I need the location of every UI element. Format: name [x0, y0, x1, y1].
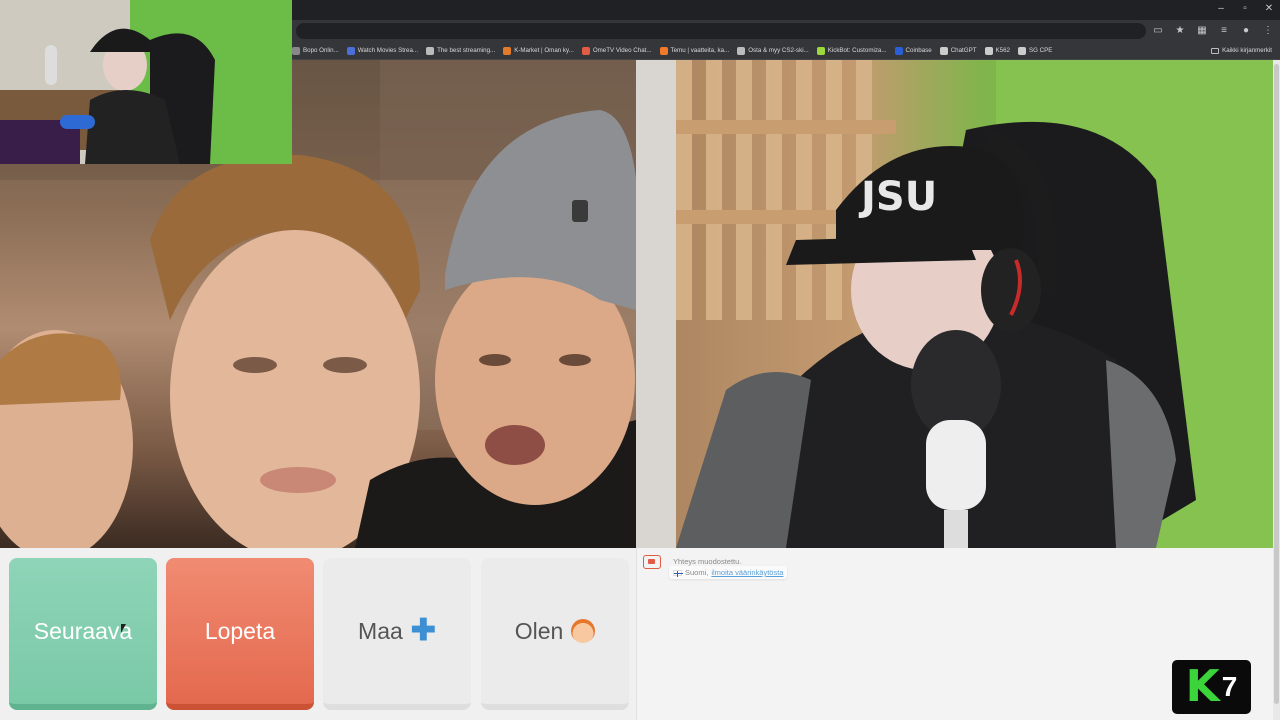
- own-video: JSU: [636, 60, 1273, 548]
- gender-button[interactable]: Olen: [481, 558, 629, 710]
- close-button[interactable]: ✕: [1264, 3, 1274, 14]
- page-icon: [292, 46, 300, 55]
- folder-icon: [1211, 47, 1220, 54]
- bookmark-label: KickBot: Customiza...: [827, 47, 887, 54]
- bookmark-item[interactable]: K562: [984, 44, 1010, 57]
- k-icon: [984, 46, 993, 55]
- bookmark-item[interactable]: KickBot: Customiza...: [816, 44, 887, 57]
- bookmark-label: Watch Movies Strea...: [357, 47, 419, 54]
- bookmark-label: Temu | vaatteita, ka...: [670, 47, 730, 54]
- k7-letter: K: [1185, 661, 1220, 712]
- page-icon: [1017, 46, 1026, 55]
- report-link[interactable]: ilmoita väärinkäytösta: [711, 568, 783, 577]
- ometv-icon: [581, 46, 590, 55]
- bookmark-label: ChatGPT: [950, 47, 977, 54]
- next-label: Seuraava: [33, 617, 133, 644]
- bookmark-item[interactable]: Bopo Onlin...: [292, 44, 339, 57]
- country-label: Maa: [358, 617, 403, 644]
- menu-icon[interactable]: ⋮: [1262, 24, 1274, 38]
- maximize-button[interactable]: ▫: [1240, 3, 1250, 14]
- window-controls: – ▫ ✕: [1216, 3, 1274, 14]
- minimize-button[interactable]: –: [1216, 3, 1226, 14]
- all-bookmarks-label: Kaikki kirjanmerkit: [1222, 47, 1272, 54]
- stop-label: Lopeta: [204, 617, 276, 644]
- country-name: Suomi,: [685, 568, 709, 577]
- plus-icon: ✚: [410, 614, 436, 647]
- bookmark-label: K562: [995, 47, 1010, 54]
- bookmark-item[interactable]: The best streaming...: [426, 44, 495, 57]
- cloud-icon: [737, 46, 746, 55]
- bookmark-item[interactable]: Watch Movies Strea...: [346, 44, 419, 57]
- k-icon: [503, 46, 512, 55]
- bookmark-item[interactable]: Temu | vaatteita, ka...: [659, 44, 730, 57]
- browser-toolbar: ▭ ★ ▦ ≡ ● ⋮: [1152, 24, 1274, 38]
- next-button[interactable]: Seuraava: [9, 558, 157, 710]
- finland-flag-icon: [673, 569, 683, 577]
- bookmark-item[interactable]: ChatGPT: [939, 44, 977, 57]
- extensions-icon[interactable]: ▦: [1196, 24, 1208, 38]
- bookmark-item[interactable]: Coinbase: [894, 44, 932, 57]
- stop-button[interactable]: Lopeta: [166, 558, 314, 710]
- bookmark-label: SG CPE: [1028, 47, 1053, 54]
- profile-icon[interactable]: ●: [1240, 24, 1252, 38]
- bookmark-label: The best streaming...: [437, 47, 496, 54]
- scrollbar-thumb[interactable]: [1274, 64, 1279, 704]
- coinbase-icon: [894, 46, 903, 55]
- star-icon[interactable]: ★: [1174, 24, 1186, 38]
- gender-label: Olen: [514, 617, 564, 644]
- address-input[interactable]: [296, 23, 1146, 39]
- bookmark-label: K-Market | Oman ky...: [514, 47, 574, 54]
- bookmark-label: Coinbase: [905, 47, 932, 54]
- message-input[interactable]: [643, 696, 1243, 710]
- diamond-icon: [426, 46, 435, 55]
- chat-controls: Seuraava Lopeta Maa ✚ Olen: [0, 548, 636, 720]
- cap-logo: JSU: [858, 174, 937, 220]
- own-video-frame: JSU: [636, 60, 1273, 548]
- mouse-cursor-icon: [121, 624, 126, 633]
- bookmark-list: Bopo Onlin... Watch Movies Strea... The be…: [292, 44, 1052, 57]
- media-icon[interactable]: ≡: [1218, 24, 1230, 38]
- k7-number: 7: [1221, 671, 1238, 702]
- ometv-logo-icon: [643, 555, 661, 569]
- webcam-frame: [0, 0, 292, 164]
- bookmark-item[interactable]: OmeTV Video Chat...: [581, 44, 652, 57]
- boy-icon: [571, 619, 596, 643]
- streamer-webcam: [0, 0, 292, 164]
- connection-status: Yhteys muodostettu.: [673, 557, 742, 566]
- bookmark-item[interactable]: SG CPE: [1017, 44, 1053, 57]
- all-bookmarks-button[interactable]: Kaikki kirjanmerkit: [1211, 44, 1272, 57]
- screen: – ▫ ✕ ▭ ★ ▦ ≡ ● ⋮ Bopo Onlin... Watch Mov…: [0, 0, 1280, 720]
- bookmark-label: Osta & myy CS2-ski...: [748, 47, 809, 54]
- bookmark-label: Bopo Onlin...: [303, 47, 339, 54]
- k7-badge: K 7: [1172, 660, 1251, 714]
- bookmark-item[interactable]: Osta & myy CS2-ski...: [737, 44, 809, 57]
- page-scrollbar[interactable]: [1273, 60, 1280, 720]
- bookmark-label: OmeTV Video Chat...: [592, 47, 652, 54]
- kick-icon: [816, 46, 825, 55]
- bookmark-item[interactable]: K-Market | Oman ky...: [503, 44, 574, 57]
- chatgpt-icon: [939, 46, 948, 55]
- country-button[interactable]: Maa ✚: [323, 558, 471, 710]
- cast-icon[interactable]: ▭: [1152, 24, 1164, 38]
- country-message: Suomi, ilmoita väärinkäytösta: [669, 566, 788, 579]
- temu-icon: [659, 46, 668, 55]
- page-icon: [346, 46, 355, 55]
